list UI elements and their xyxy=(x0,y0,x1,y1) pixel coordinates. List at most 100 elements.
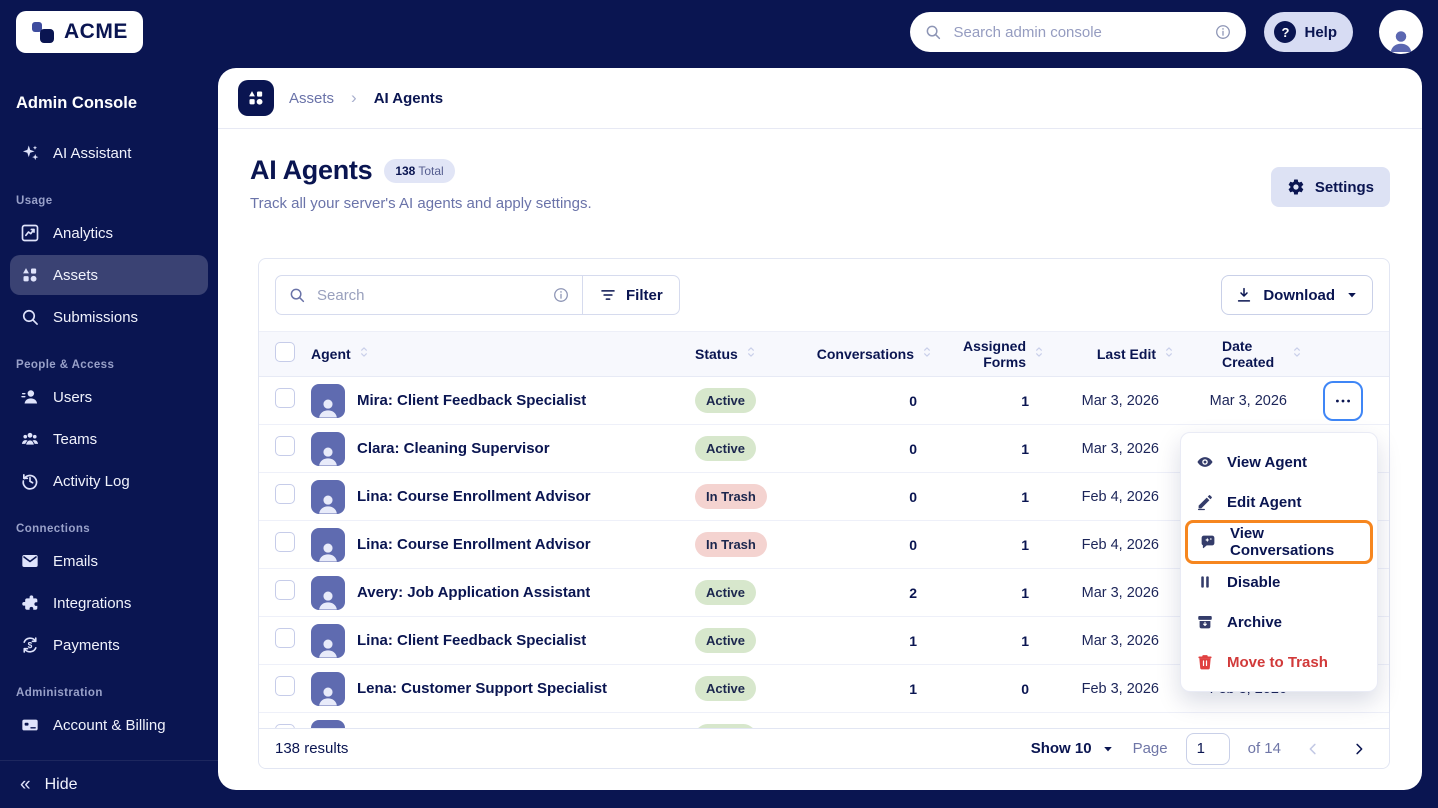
shapes-icon xyxy=(246,88,266,108)
acme-logo[interactable]: ACME xyxy=(16,11,143,53)
sidebar-item-label: Analytics xyxy=(53,224,114,242)
table-row[interactable]: Mira: Client Feedback Specialist Active 0 1… xyxy=(259,377,1389,425)
column-header-agent[interactable]: Agent xyxy=(311,344,695,363)
row-checkbox[interactable] xyxy=(275,388,295,408)
sidebar-item-activity-log[interactable]: Activity Log xyxy=(10,461,208,501)
agent-avatar xyxy=(311,575,345,610)
row-checkbox[interactable] xyxy=(275,436,295,456)
row-checkbox[interactable] xyxy=(275,676,295,696)
sidebar-item-submissions[interactable]: Submissions xyxy=(10,297,208,337)
menu-item-move-to-trash[interactable]: Move to Trash xyxy=(1181,642,1377,682)
admin-search[interactable] xyxy=(910,12,1247,52)
menu-item-label: Archive xyxy=(1227,613,1283,631)
page-total-label: of 14 xyxy=(1247,740,1281,757)
caret-down-icon xyxy=(1345,288,1359,302)
sidebar-item-label: Users xyxy=(53,388,93,406)
column-label: Agent xyxy=(311,345,351,362)
sidebar-item-payments[interactable]: $ Payments xyxy=(10,625,208,665)
billing-icon xyxy=(20,715,40,735)
nav-section-label: Connections xyxy=(16,523,91,535)
sidebar-item-integrations[interactable]: Integrations xyxy=(10,583,208,623)
column-label: Assigned Forms xyxy=(962,337,1026,370)
show-per-page-select[interactable]: Show 10 xyxy=(1031,740,1115,757)
select-all-checkbox[interactable] xyxy=(275,341,295,362)
question-icon: ? xyxy=(1274,21,1297,43)
filter-label: Filter xyxy=(626,286,663,304)
info-icon xyxy=(552,286,570,304)
info-icon xyxy=(1214,23,1232,41)
menu-item-edit-agent[interactable]: Edit Agent xyxy=(1181,482,1377,522)
status-badge: In Trash xyxy=(695,484,767,509)
agent-avatar xyxy=(311,479,345,514)
breadcrumb-assets-link[interactable]: Assets xyxy=(289,90,334,107)
row-actions-button[interactable] xyxy=(1323,380,1363,421)
help-button[interactable]: ? Help xyxy=(1264,12,1353,52)
row-checkbox[interactable] xyxy=(275,484,295,504)
column-header-conversations[interactable]: Conversations xyxy=(817,344,943,363)
menu-item-archive[interactable]: Archive xyxy=(1181,602,1377,642)
previous-page-button[interactable] xyxy=(1299,735,1327,763)
row-checkbox[interactable] xyxy=(275,532,295,552)
agent-avatar xyxy=(311,671,345,706)
filter-button[interactable]: Filter xyxy=(583,276,679,314)
nav-section-label: People & Access xyxy=(16,359,115,371)
conversations-count: 0 xyxy=(909,392,917,409)
sidebar-item-label: Teams xyxy=(53,430,98,448)
status-badge: Active xyxy=(695,580,757,605)
column-header-assigned-forms[interactable]: Assigned Forms xyxy=(943,338,1055,370)
menu-item-view-conversations[interactable]: View Conversations xyxy=(1185,520,1373,564)
puzzle-icon xyxy=(20,593,40,613)
person-icon xyxy=(315,443,341,466)
sidebar-item-label: Assets xyxy=(53,266,99,284)
column-header-status[interactable]: Status xyxy=(695,344,825,363)
row-actions-menu: View Agent Edit Agent View Conversations Di… xyxy=(1180,432,1378,692)
sidebar-item-ai-assistant[interactable]: AI Assistant xyxy=(10,133,208,173)
person-icon xyxy=(315,587,341,610)
column-header-date-created[interactable]: Date Created xyxy=(1185,338,1313,370)
sidebar-item-users[interactable]: Users xyxy=(10,377,208,417)
last-edit-date: Feb 4, 2026 xyxy=(1081,536,1159,553)
user-avatar[interactable] xyxy=(1379,10,1423,54)
table-footer: 138 results Show 10 Page of 14 xyxy=(259,728,1389,768)
nav-section-label: Usage xyxy=(16,195,53,207)
archive-icon xyxy=(1196,613,1214,631)
row-checkbox[interactable] xyxy=(275,580,295,600)
table-toolbar: Filter Download xyxy=(259,259,1389,331)
menu-item-disable[interactable]: Disable xyxy=(1181,562,1377,602)
page-label: Page xyxy=(1132,740,1168,757)
person-icon xyxy=(315,395,341,418)
table-search-input[interactable] xyxy=(315,285,543,305)
page-number-input[interactable] xyxy=(1185,732,1230,765)
caret-down-icon xyxy=(1101,742,1115,756)
person-icon xyxy=(315,491,341,514)
menu-item-view-agent[interactable]: View Agent xyxy=(1181,442,1377,482)
menu-item-label: View Conversations xyxy=(1230,525,1335,559)
column-header-last-edit[interactable]: Last Edit xyxy=(1055,344,1185,363)
sidebar-item-account-billing[interactable]: Account & Billing xyxy=(10,705,208,745)
agent-avatar xyxy=(311,623,345,658)
person-icon xyxy=(315,683,341,706)
chevron-right-icon xyxy=(1351,741,1367,757)
last-edit-date: Mar 3, 2026 xyxy=(1081,584,1159,601)
conversations-icon xyxy=(1199,533,1217,551)
download-button[interactable]: Download xyxy=(1221,275,1373,315)
sidebar-item-analytics[interactable]: Analytics xyxy=(10,213,208,253)
row-checkbox[interactable] xyxy=(275,628,295,648)
search-icon xyxy=(20,307,40,327)
sort-icon xyxy=(919,344,935,360)
email-icon xyxy=(20,551,40,571)
status-badge: Active xyxy=(695,436,757,461)
admin-search-input[interactable] xyxy=(951,22,1206,42)
hide-label: Hide xyxy=(44,775,78,793)
agent-name: Mira: Client Feedback Specialist xyxy=(357,392,587,409)
total-suffix: Total xyxy=(418,163,444,178)
breadcrumb: Assets › AI Agents xyxy=(218,68,1422,129)
next-page-button[interactable] xyxy=(1345,735,1373,763)
conversations-count: 1 xyxy=(909,680,917,697)
sidebar-item-emails[interactable]: Emails xyxy=(10,541,208,581)
sidebar-item-teams[interactable]: Teams xyxy=(10,419,208,459)
sidebar-item-assets[interactable]: Assets xyxy=(10,255,208,295)
settings-button[interactable]: Settings xyxy=(1270,167,1390,207)
hide-sidebar-button[interactable]: « Hide xyxy=(0,760,218,808)
table-search[interactable] xyxy=(276,276,582,314)
